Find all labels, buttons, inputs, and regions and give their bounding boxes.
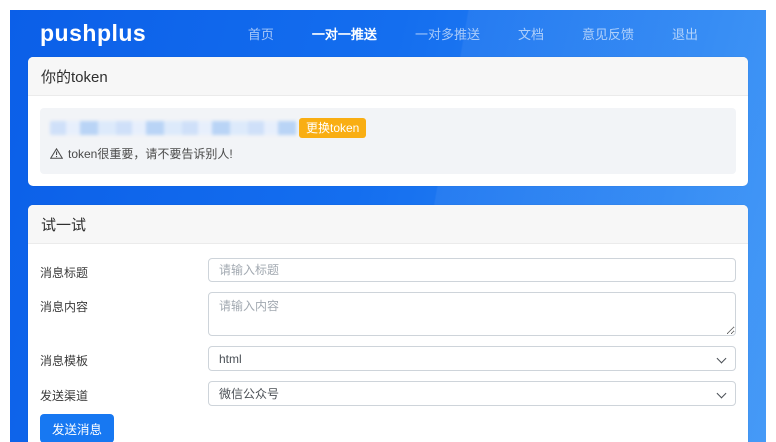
try-card: 试一试 消息标题 消息内容 消息模板: [28, 205, 748, 442]
message-template-field-wrap: html: [208, 346, 736, 371]
send-message-button[interactable]: 发送消息: [40, 414, 114, 442]
token-card: 你的token 更换token: [28, 57, 748, 186]
send-channel-field-wrap: 微信公众号: [208, 381, 736, 406]
try-card-body: 消息标题 消息内容 消息模板 html: [28, 244, 748, 442]
token-card-title: 你的token: [28, 57, 748, 96]
main-container: 你的token 更换token: [10, 57, 766, 442]
message-title-label: 消息标题: [40, 258, 208, 281]
send-channel-select[interactable]: 微信公众号: [208, 381, 736, 406]
message-content-textarea[interactable]: [208, 292, 736, 336]
change-token-button[interactable]: 更换token: [299, 118, 366, 138]
message-template-select[interactable]: html: [208, 346, 736, 371]
nav-item-feedback[interactable]: 意见反馈: [582, 24, 634, 43]
token-value-blurred: [50, 121, 297, 135]
form-row-channel: 发送渠道 微信公众号: [40, 381, 736, 406]
brand-logo[interactable]: pushplus: [40, 20, 146, 47]
form-row-title: 消息标题: [40, 258, 736, 282]
try-card-title: 试一试: [28, 205, 748, 244]
nav-item-logout[interactable]: 退出: [672, 24, 698, 43]
nav-item-docs[interactable]: 文档: [518, 24, 544, 43]
navbar: pushplus 首页 一对一推送 一对多推送 文档 意见反馈 退出: [10, 10, 766, 57]
message-title-input[interactable]: [208, 258, 736, 282]
nav-item-home[interactable]: 首页: [248, 24, 274, 43]
form-row-content: 消息内容: [40, 292, 736, 336]
send-channel-label: 发送渠道: [40, 381, 208, 404]
token-row: 更换token: [50, 118, 726, 138]
token-warning-text: token很重要，请不要告诉别人!: [68, 145, 233, 162]
token-panel: 更换token token很重要，请不要告诉别人!: [40, 108, 736, 174]
message-title-field-wrap: [208, 258, 736, 282]
nav-item-one-to-many-push[interactable]: 一对多推送: [415, 24, 480, 43]
page-background: pushplus 首页 一对一推送 一对多推送 文档 意见反馈 退出 你的tok…: [10, 10, 766, 442]
nav-links: 首页 一对一推送 一对多推送 文档 意见反馈 退出: [248, 24, 698, 43]
message-content-label: 消息内容: [40, 292, 208, 315]
form-row-template: 消息模板 html: [40, 346, 736, 371]
warning-triangle-icon: [50, 148, 63, 159]
token-card-body: 更换token token很重要，请不要告诉别人!: [28, 96, 748, 186]
nav-item-one-to-one-push[interactable]: 一对一推送: [312, 24, 377, 43]
message-content-field-wrap: [208, 292, 736, 336]
token-warning: token很重要，请不要告诉别人!: [50, 145, 726, 162]
message-template-label: 消息模板: [40, 346, 208, 369]
